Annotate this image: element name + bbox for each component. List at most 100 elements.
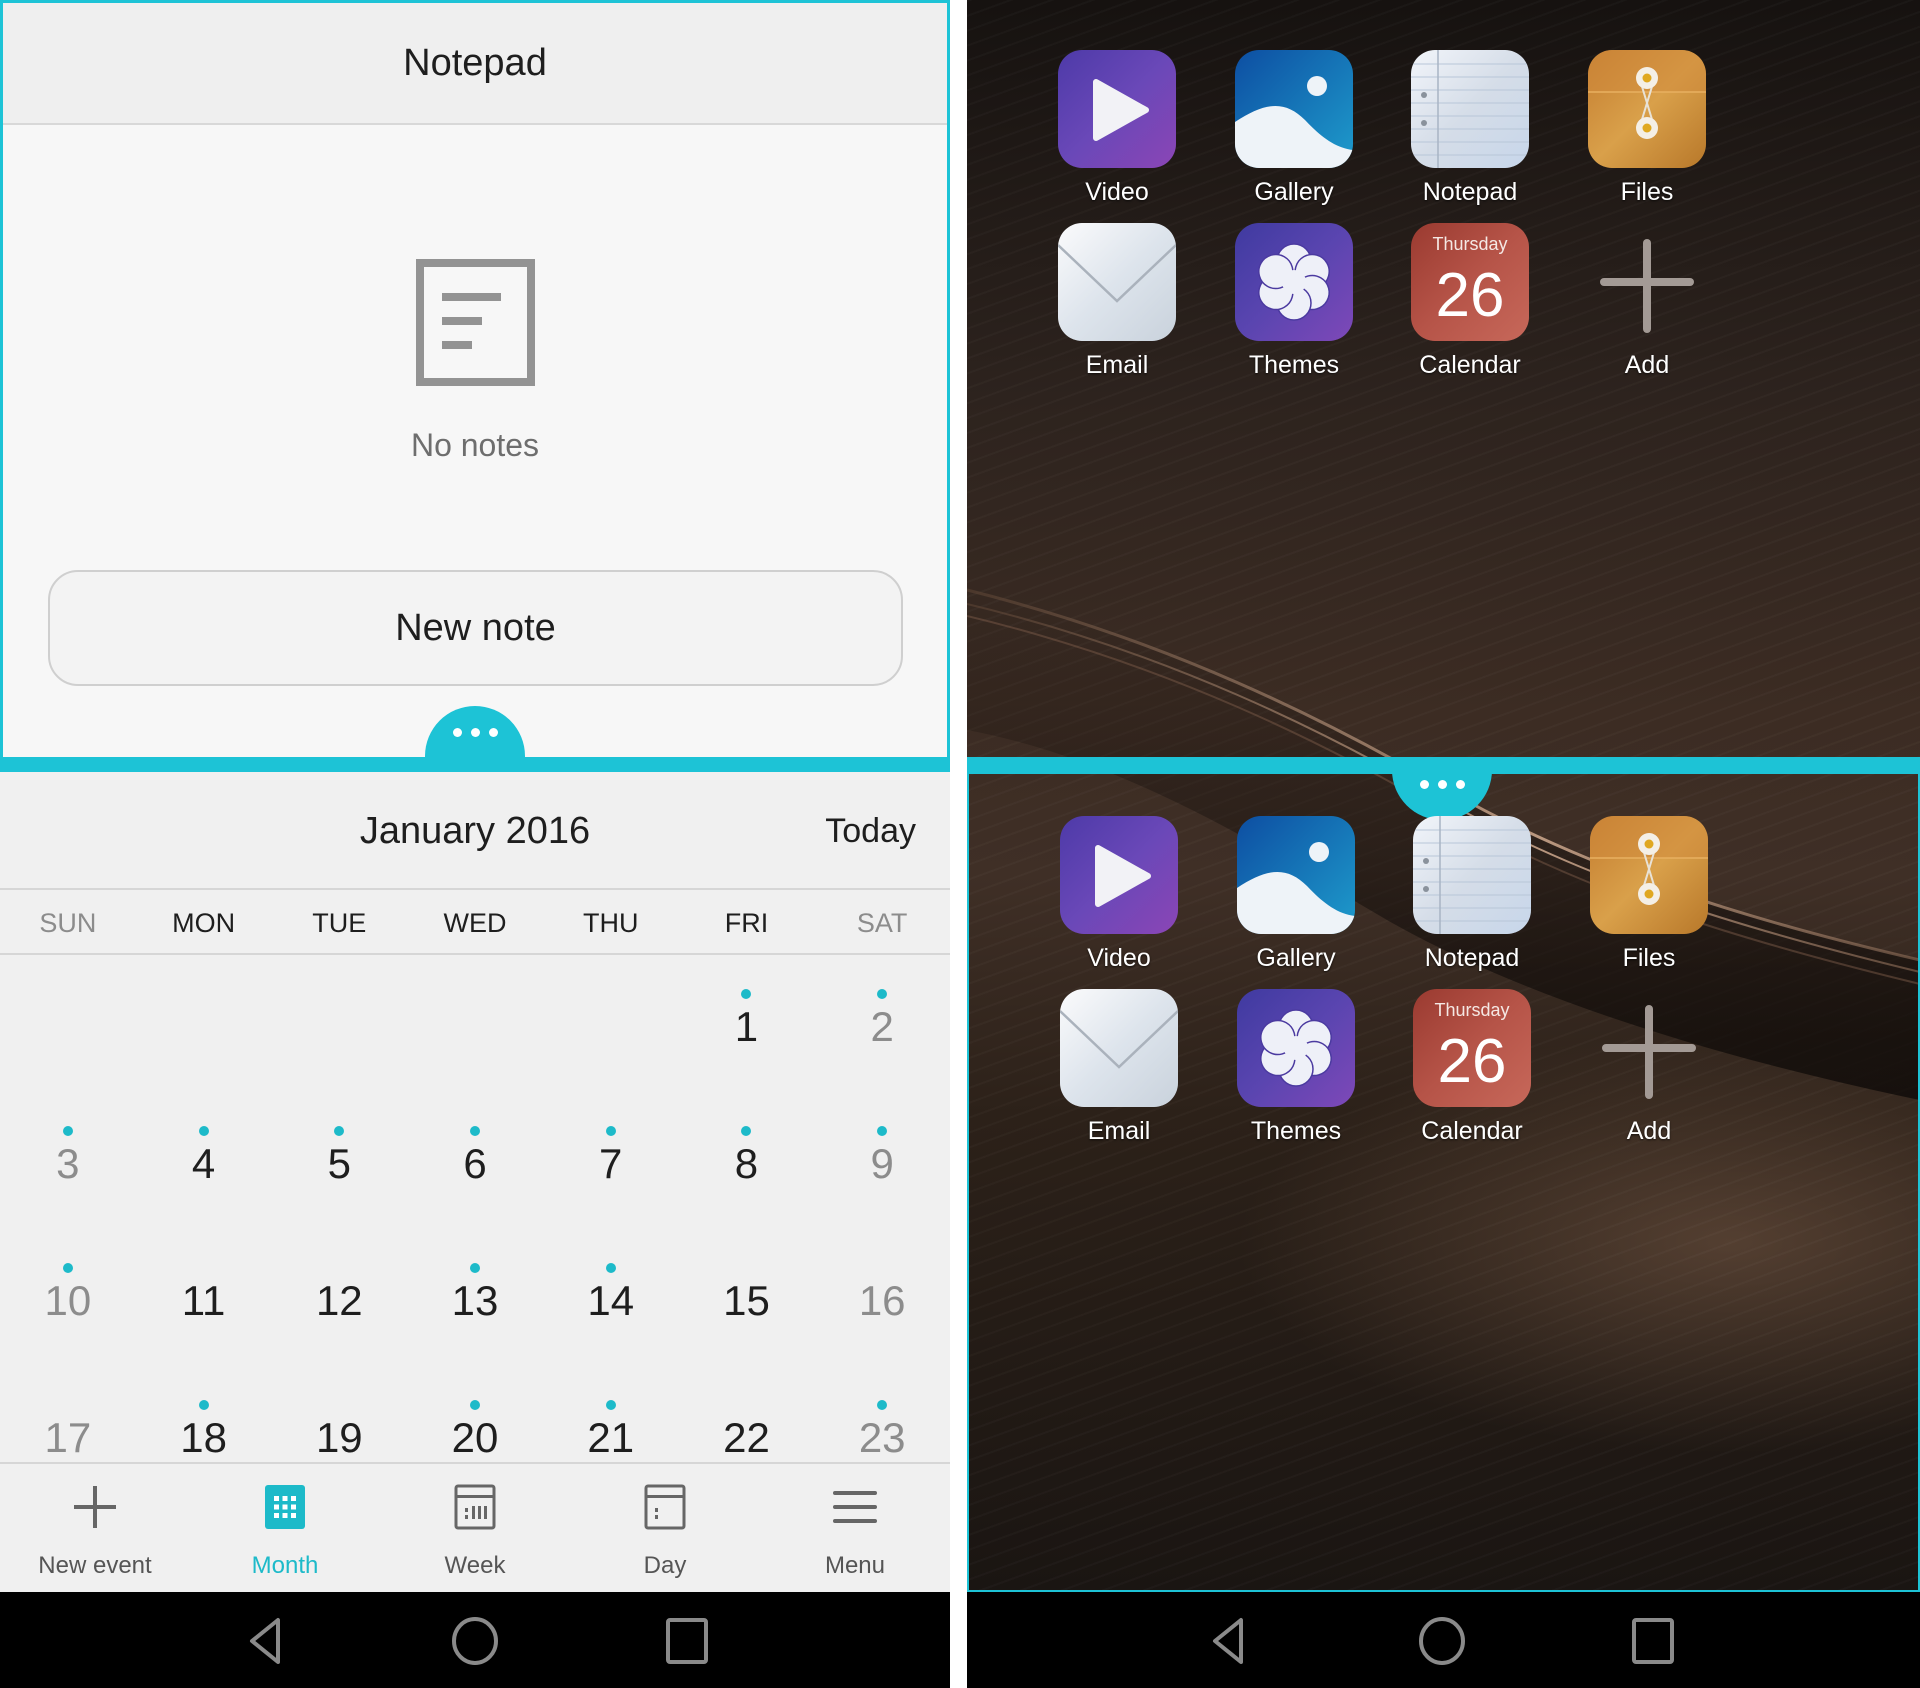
calendar-day-cell[interactable]: 15: [679, 1231, 815, 1368]
weekday-label: TUE: [312, 908, 367, 938]
app-files[interactable]: Files: [1559, 816, 1739, 976]
today-button[interactable]: Today: [825, 812, 916, 851]
themes-flower-icon: [1237, 989, 1355, 1107]
calendar-day-cell[interactable]: 16: [814, 1231, 950, 1368]
calendar-day-cell[interactable]: 22: [679, 1368, 815, 1462]
calendar-day-cell[interactable]: 2: [814, 957, 950, 1094]
back-icon[interactable]: [242, 1616, 292, 1666]
app-themes[interactable]: Themes: [1204, 223, 1384, 383]
themes-flower-icon: [1235, 223, 1353, 341]
calendar-day-cell[interactable]: 3: [0, 1094, 136, 1231]
day-number: 4: [191, 1140, 216, 1187]
calendar-day-cell[interactable]: 14: [543, 1231, 679, 1368]
new-note-button[interactable]: New note: [48, 570, 903, 686]
calendar-day-cell[interactable]: 23: [814, 1368, 950, 1462]
day-number: 22: [723, 1414, 770, 1461]
new-event-button[interactable]: New event: [0, 1464, 190, 1592]
app-email[interactable]: Email: [1029, 989, 1209, 1149]
empty-state-text: No notes: [410, 427, 540, 463]
notepad-icon: [1411, 50, 1529, 168]
calendar-day-cell: [136, 957, 272, 1094]
calendar-day-cell[interactable]: 5: [271, 1094, 407, 1231]
app-gallery[interactable]: Gallery: [1206, 816, 1386, 976]
calendar-day-cell[interactable]: 11: [136, 1231, 272, 1368]
calendar-day-cell[interactable]: 18: [136, 1368, 272, 1462]
week-view-icon: [454, 1484, 496, 1530]
event-indicator-dot: [198, 1126, 209, 1136]
day-number: 11: [181, 1277, 226, 1324]
app-email[interactable]: Email: [1027, 223, 1207, 383]
event-indicator-dot: [334, 1126, 345, 1136]
home-icon[interactable]: [450, 1616, 500, 1666]
calendar-day-cell[interactable]: 1: [679, 957, 815, 1094]
weekday-label: MON: [172, 908, 236, 938]
calendar-day-cell[interactable]: 20: [407, 1368, 543, 1462]
files-folder-icon: [1588, 50, 1706, 168]
event-indicator-dot: [605, 1400, 616, 1410]
home-icon[interactable]: [1417, 1616, 1467, 1666]
day-number: 16: [858, 1277, 906, 1324]
app-themes[interactable]: Themes: [1206, 989, 1386, 1149]
day-number: 13: [451, 1277, 499, 1324]
back-icon[interactable]: [1205, 1616, 1255, 1666]
calendar-day-cell[interactable]: 13: [407, 1231, 543, 1368]
day-number: 15: [723, 1277, 770, 1324]
calendar-day-cell: [0, 957, 136, 1094]
calendar-day-cell[interactable]: 19: [271, 1368, 407, 1462]
tab-month[interactable]: Month: [190, 1464, 380, 1592]
event-indicator-dot: [741, 989, 752, 999]
app-add[interactable]: Add: [1559, 989, 1739, 1149]
app-label: Themes: [1248, 351, 1340, 379]
day-number: 10: [44, 1277, 92, 1324]
day-number: 2: [870, 1003, 894, 1050]
day-view-icon: [644, 1484, 686, 1530]
calendar-day-cell[interactable]: 8: [679, 1094, 815, 1231]
calendar-day-cell[interactable]: 9: [814, 1094, 950, 1231]
calendar-app-pane: January 2016 Today SUN MON TUE WED THU FRI SAT…: [0, 772, 950, 1592]
calendar-day-cell[interactable]: 21: [543, 1368, 679, 1462]
menu-button[interactable]: Menu: [760, 1464, 950, 1592]
app-gallery[interactable]: Gallery: [1204, 50, 1384, 210]
app-notepad[interactable]: Notepad: [1380, 50, 1560, 210]
day-number: 6: [463, 1140, 487, 1187]
tab-day[interactable]: Day: [570, 1464, 760, 1592]
app-calendar[interactable]: Thursday 26 Calendar: [1382, 989, 1562, 1149]
app-label: Gallery: [1254, 178, 1334, 206]
app-label: Video: [1087, 944, 1151, 972]
right-split-screen: Video Gallery Notepad Files Email Themes Thurs…: [967, 0, 1920, 1592]
split-divider[interactable]: [0, 757, 950, 772]
notepad-header: Notepad: [3, 3, 947, 125]
app-label: Themes: [1250, 1117, 1342, 1145]
calendar-day-cell[interactable]: 10: [0, 1231, 136, 1368]
app-video[interactable]: Video: [1029, 816, 1209, 976]
calendar-day-cell[interactable]: 4: [136, 1094, 272, 1231]
week-row: 3 4 5 6 7 8 9: [0, 1094, 950, 1231]
calendar-day-cell[interactable]: 17: [0, 1368, 136, 1462]
tab-week[interactable]: Week: [380, 1464, 570, 1592]
calendar-toolbar: New event Month Week Day Menu: [0, 1464, 950, 1592]
gallery-icon: [1237, 816, 1355, 934]
app-video[interactable]: Video: [1027, 50, 1207, 210]
recents-icon[interactable]: [662, 1616, 712, 1666]
home-screen-top: Video Gallery Notepad Files Email Themes Thurs…: [967, 0, 1920, 757]
app-notepad[interactable]: Notepad: [1382, 816, 1562, 976]
calendar-icon-date: 26: [1436, 261, 1505, 330]
home-screen-bottom: Video Gallery Notepad Files Email Themes Thurs…: [967, 772, 1920, 1592]
event-indicator-dot: [741, 1126, 752, 1136]
app-add[interactable]: Add: [1557, 223, 1737, 383]
toolbar-label: Week: [444, 1552, 506, 1579]
day-number: 19: [315, 1414, 363, 1461]
app-label: Add: [1624, 351, 1670, 379]
recents-icon[interactable]: [1628, 1616, 1678, 1666]
calendar-day-cell[interactable]: 7: [543, 1094, 679, 1231]
app-calendar[interactable]: Thursday 26 Calendar: [1380, 223, 1560, 383]
day-number: 18: [180, 1414, 227, 1461]
event-indicator-dot: [198, 1400, 209, 1410]
calendar-day-cell[interactable]: 12: [271, 1231, 407, 1368]
navigation-bar: [967, 1592, 1920, 1688]
calendar-day-cell[interactable]: 6: [407, 1094, 543, 1231]
more-dots-icon: [470, 727, 480, 737]
app-label: Files: [1620, 178, 1674, 206]
week-row: 12: [0, 957, 950, 1094]
app-files[interactable]: Files: [1557, 50, 1737, 210]
